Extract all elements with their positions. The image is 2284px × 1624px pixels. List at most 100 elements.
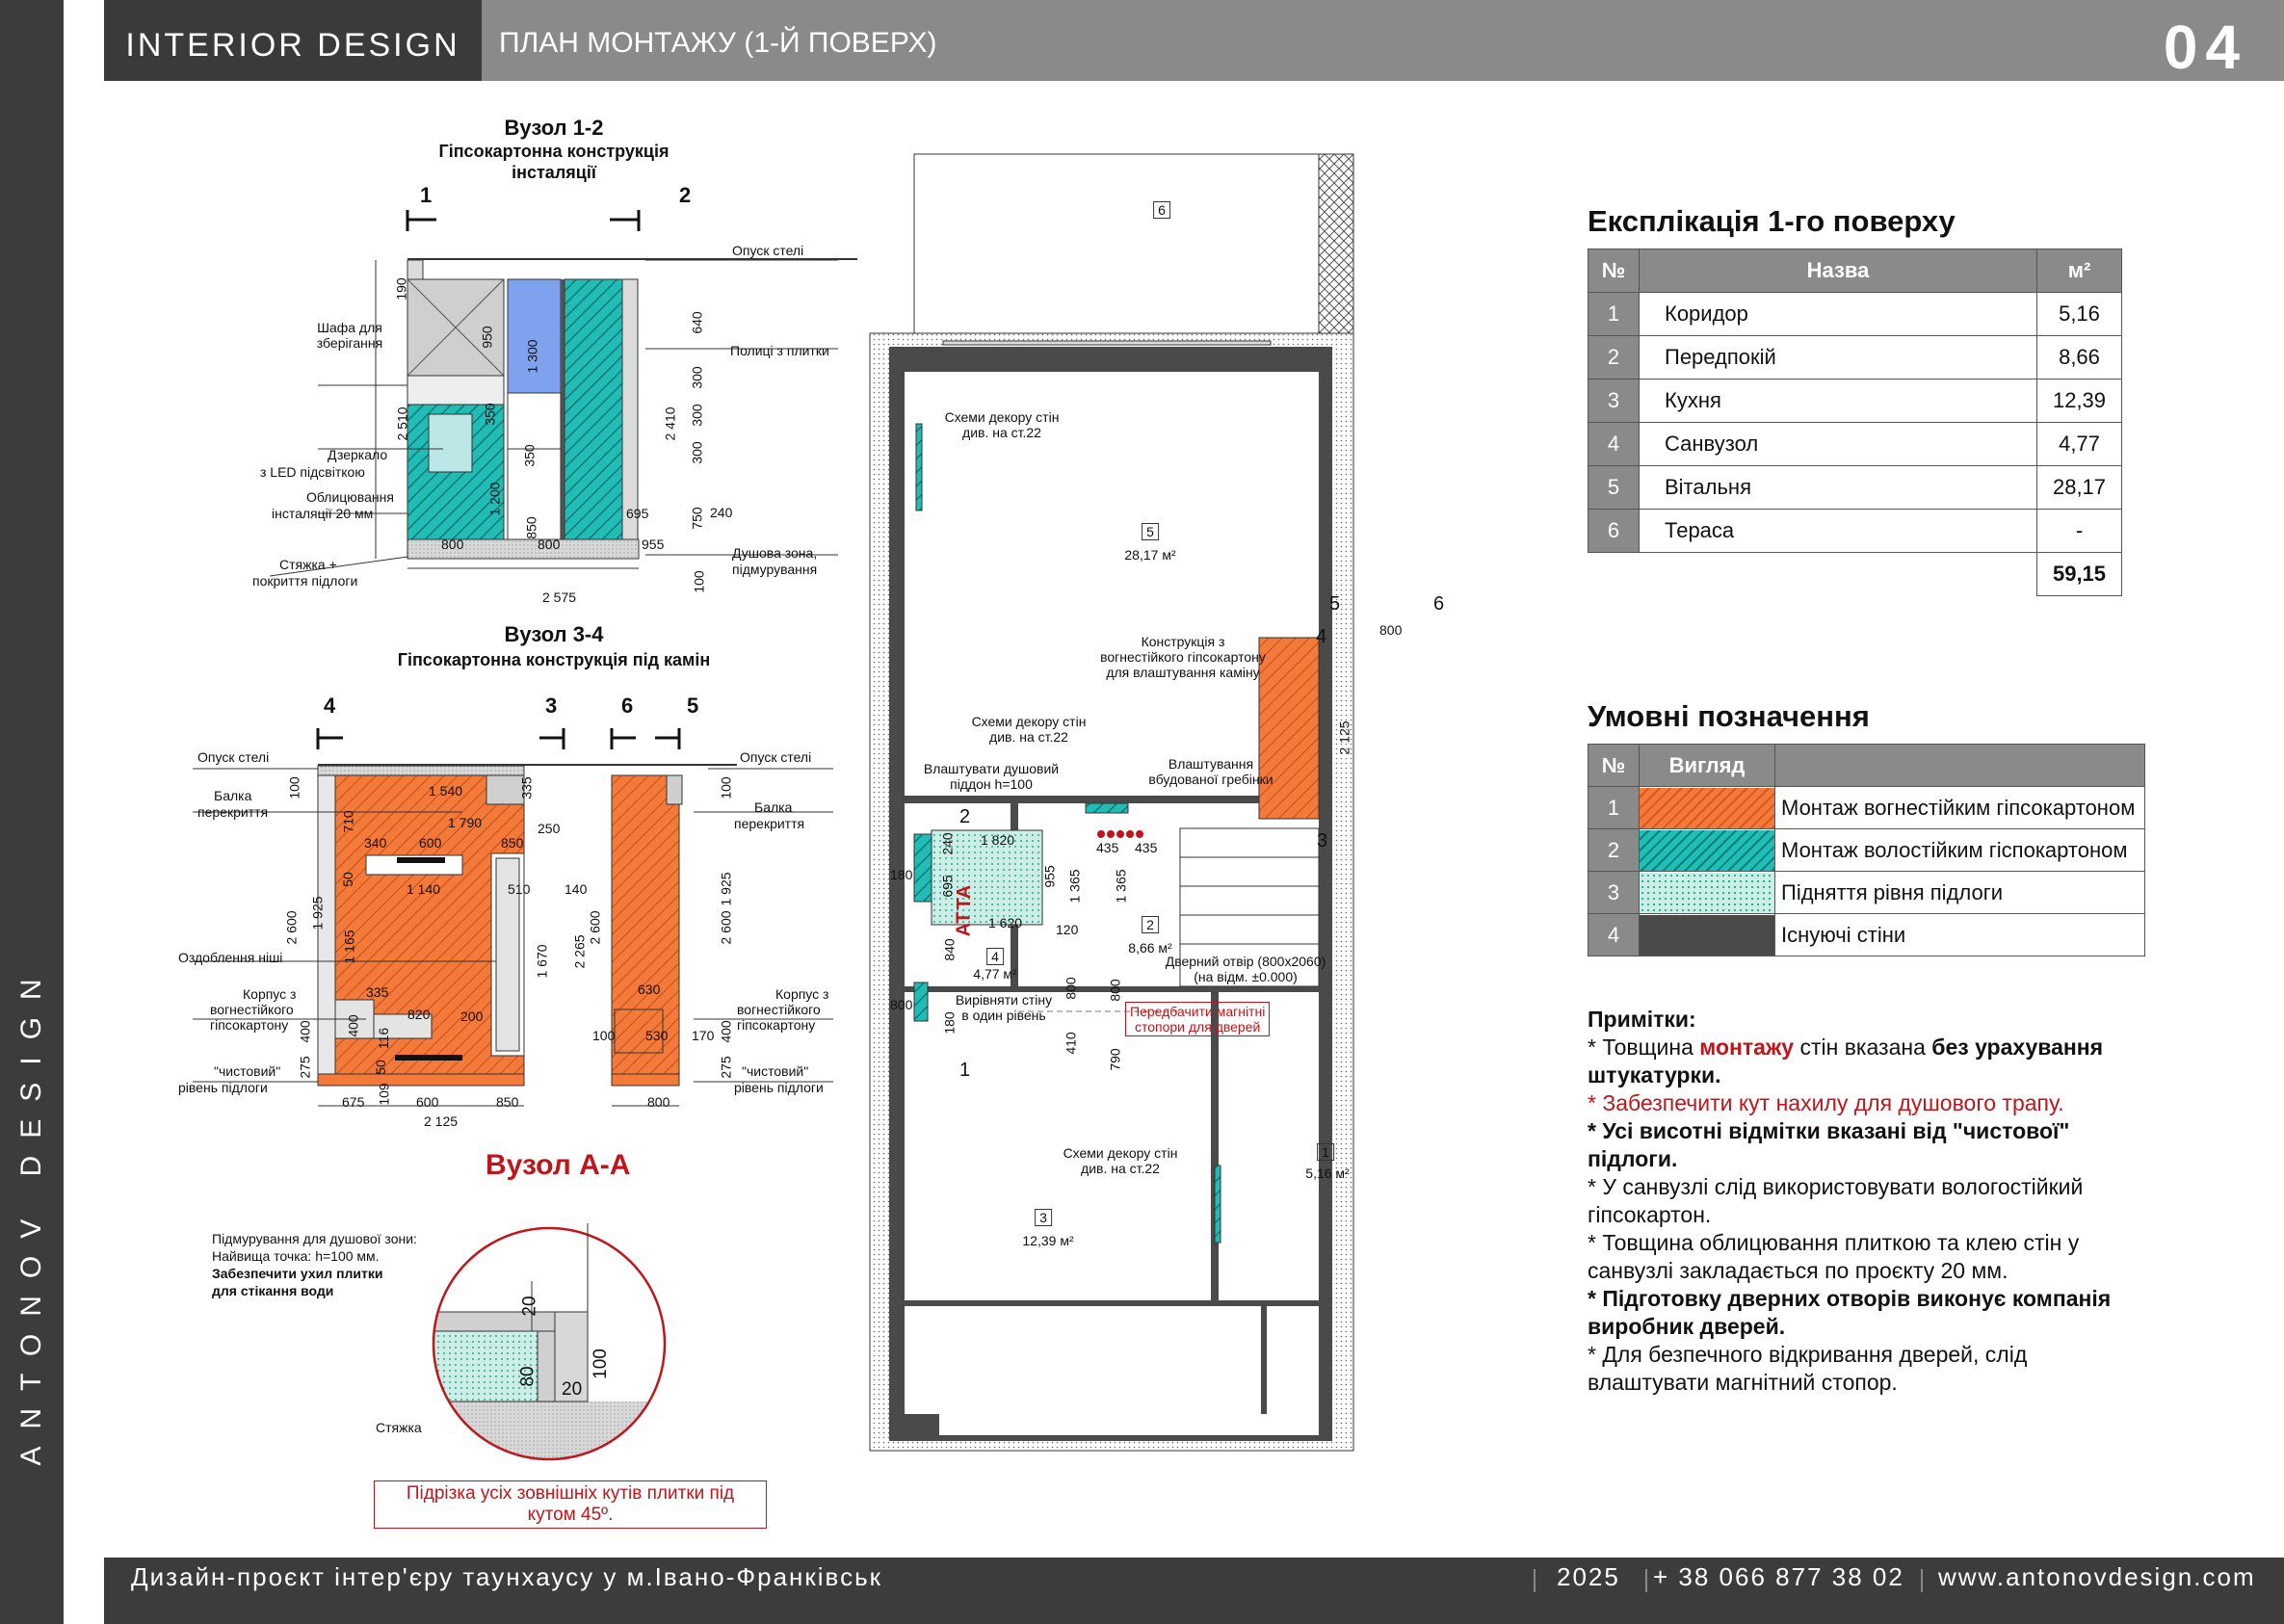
- node12-label-cabinet: Шафа для зберігання: [316, 320, 383, 351]
- node34-label-ceiling: Опуск стелі: [197, 749, 270, 765]
- nodeAA-text4: для стікання води: [212, 1283, 334, 1298]
- node12-title: Вузол 1-2: [504, 116, 604, 140]
- room6-number: 6: [1153, 201, 1170, 219]
- nodeAA-text2: Найвища точка: h=100 мм.: [212, 1248, 380, 1264]
- legend-col-label: [1774, 744, 2145, 787]
- node34-mark-3: 3: [545, 694, 558, 718]
- explication-title: Експлікація 1-го поверху: [1588, 204, 1956, 238]
- footer-phone: + 38 066 877 38 02: [1653, 1562, 1904, 1591]
- node34-dim: 400: [345, 1014, 361, 1037]
- node34-dim: 1 540: [429, 783, 463, 799]
- footer-website[interactable]: www.antonovdesign.com: [1938, 1558, 2256, 1596]
- row-number: 4: [1588, 422, 1640, 466]
- node12-label-mirror1: Дзеркало: [328, 447, 388, 462]
- explication-col-n: №: [1588, 249, 1640, 293]
- table-row: 2 Передпокій 8,66: [1588, 335, 2122, 380]
- node34-dim: 600: [416, 1094, 439, 1110]
- plan-ta-label: ТА: [954, 884, 976, 910]
- node34-dim: 100: [286, 776, 302, 799]
- note-3: * Усі висотні відмітки вказані від "чист…: [1588, 1118, 2070, 1171]
- nodeAA-dim-20a: 20: [519, 1296, 540, 1317]
- page-number: 04: [2163, 13, 2247, 82]
- legend-number: 1: [1588, 786, 1640, 829]
- plan-dim: 1 620: [988, 915, 1023, 930]
- existing-walls-swatch: [1640, 914, 1774, 956]
- note-7: * Для безпечного відкривання дверей, слі…: [1588, 1342, 2028, 1395]
- plan-mark-5: 5: [1329, 593, 1341, 615]
- node34-right-beam2: перекриття: [734, 816, 805, 831]
- node34-dim: 2 600: [587, 910, 603, 945]
- footer-bar: Дизайн-проєкт інтер'єру таунхаусу у м.Ів…: [104, 1558, 2284, 1624]
- node34-dim: 50: [372, 1060, 388, 1075]
- node34-right-floor2: рівень підлоги: [734, 1080, 824, 1095]
- node12-dim: 800: [538, 537, 561, 552]
- footer-divider: [1534, 1569, 1536, 1592]
- header-bar: INTERIOR DESIGN ПЛАН МОНТАЖУ (1-Й ПОВЕРХ…: [104, 0, 2284, 82]
- node34-dim: 850: [496, 1094, 519, 1110]
- plan-tray-b: піддон h=100: [950, 776, 1033, 792]
- room5-area: 28,17 м²: [1124, 547, 1176, 563]
- node34-dim: 1 925: [309, 896, 326, 930]
- node34-dim: 2 125: [424, 1113, 459, 1129]
- node12-dim: 695: [626, 506, 649, 521]
- node12-dim: 300: [689, 404, 705, 427]
- node34-dim: 800: [647, 1094, 670, 1110]
- node34-dim: 510: [508, 881, 531, 897]
- room-name: Кухня: [1639, 379, 2037, 423]
- node34-dim: 1 790: [448, 815, 483, 830]
- table-row: 1 Коридор 5,16: [1588, 292, 2122, 336]
- node34-right-ceiling: Опуск стелі: [740, 749, 812, 765]
- legend-col-view: Вигляд: [1639, 744, 1775, 787]
- node34-label-niche: Оздоблення ніші: [178, 950, 283, 965]
- side-brand-text: ANTONOV DESIGN: [15, 961, 47, 1466]
- explication-col-area: м²: [2036, 249, 2122, 293]
- node34-dim: 1 165: [341, 930, 357, 964]
- room-name: Коридор: [1639, 292, 2037, 336]
- plan-fire-a: Конструкція з: [1141, 634, 1225, 649]
- node34-dim: 116: [376, 1027, 392, 1050]
- room-name: Санвузол: [1639, 422, 2037, 466]
- total-area: 59,15: [2036, 552, 2122, 596]
- nodeAA-title: Вузол А-А: [486, 1149, 631, 1181]
- nodeAA-dim-20b: 20: [562, 1379, 583, 1400]
- plan-mark-4: 4: [1316, 626, 1327, 647]
- node34-dim: 2 600: [718, 910, 734, 945]
- legend-title: Умовні позначення: [1588, 699, 1870, 733]
- room4-area: 4,77 м²: [973, 966, 1017, 982]
- plan-dim: 800: [1063, 977, 1079, 1000]
- node34-label-body1: Корпус з: [243, 986, 297, 1002]
- room-area: 8,66: [2036, 335, 2122, 380]
- plan-fire-b: вогнестійкого гіпсокартону: [1100, 649, 1266, 665]
- legend-row: 1 Монтаж вогнестійким гіпсокартоном: [1588, 786, 2145, 829]
- legend-row: 2 Монтаж волостійким гіспокартоном: [1588, 828, 2145, 872]
- footer-divider: [1645, 1569, 1647, 1592]
- node34-dim: 340: [364, 835, 387, 851]
- side-brand-strip: ANTONOV DESIGN: [0, 0, 64, 1624]
- footer-project: Дизайн-проєкт інтер'єру таунхаусу у м.Ів…: [131, 1562, 883, 1591]
- node34-dim: 109: [376, 1083, 392, 1106]
- node34-dim: 250: [538, 821, 561, 836]
- note-4: * У санвузлі слід використовувати волого…: [1588, 1174, 2084, 1227]
- node12-label-shower1: Душова зона,: [732, 545, 818, 561]
- node34-dim: 140: [564, 881, 588, 897]
- node34-dim: 50: [339, 872, 355, 887]
- room2-number: 2: [1142, 916, 1159, 933]
- explication-table: № Назва м² 1 Коридор 5,16 2 Передпокій 8,66 …: [1588, 249, 2122, 596]
- room4-number: 4: [986, 948, 1004, 965]
- node34-dim: 275: [297, 1056, 313, 1079]
- plan-tray-a: Влаштувати душовий: [923, 761, 1060, 776]
- floor-raise-swatch: [1640, 872, 1774, 913]
- node12-dim: 955: [642, 537, 665, 552]
- node34-dim: 850: [501, 835, 524, 851]
- legend-number: 3: [1588, 871, 1640, 914]
- node34-label-floor1: "чистовий": [214, 1063, 281, 1079]
- plan-mark-3: 3: [1317, 830, 1328, 851]
- node12-dim: 190: [393, 277, 409, 301]
- legend-number: 2: [1588, 828, 1640, 872]
- node34-dim: 100: [718, 776, 734, 799]
- table-row: 3 Кухня 12,39: [1588, 379, 2122, 423]
- notes-title: Примітки:: [1588, 1007, 1696, 1032]
- legend-col-n: №: [1588, 744, 1640, 787]
- plan-dim: 240: [939, 832, 956, 855]
- table-row: 6 Тераса -: [1588, 509, 2122, 553]
